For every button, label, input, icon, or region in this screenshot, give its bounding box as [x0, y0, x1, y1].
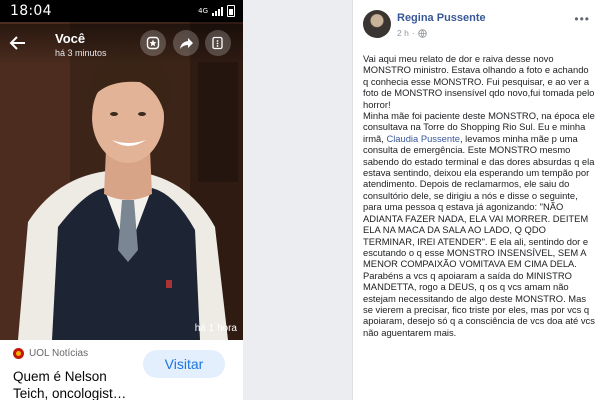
phone-screenshot: 18:04 4G Você há 3 minutos há 1 hora UOL… — [0, 0, 243, 400]
system-icons: 4G — [198, 5, 235, 17]
post-paragraph-2: Minha mãe foi paciente deste MONSTRO, na… — [363, 110, 595, 270]
sticker-icon — [146, 36, 160, 50]
globe-icon — [417, 28, 427, 38]
status-bar: 18:04 4G — [0, 0, 243, 22]
more-options-icon[interactable]: ••• — [574, 12, 590, 26]
mentioned-user-link[interactable]: Claudia Pussente — [386, 133, 460, 144]
back-arrow-icon[interactable] — [9, 34, 27, 52]
post-time[interactable]: 2 h — [397, 28, 409, 38]
battery-icon — [227, 5, 235, 17]
post-meta: 2 h · — [397, 28, 427, 38]
post-paragraph-2-end: , levamos minha mãe p uma consulta de em… — [363, 132, 595, 270]
link-source: UOL Notícias — [13, 348, 88, 359]
post-paragraph-3: Parabéns a vcs q apoiaram a saída do MIN… — [363, 269, 595, 338]
device-options-icon — [212, 36, 223, 50]
signal-icon — [212, 6, 223, 16]
visit-button[interactable]: Visitar — [143, 350, 225, 378]
facebook-post: Regina Pussente 2 h · ••• Vai aqui meu r… — [352, 0, 600, 400]
story-posted-time: há 3 minutos — [55, 48, 107, 58]
post-body: Vai aqui meu relato de dor e raiva desse… — [363, 53, 595, 338]
story-sticker-button[interactable] — [140, 30, 166, 56]
post-paragraph-1: Vai aqui meu relato de dor e raiva desse… — [363, 53, 595, 110]
post-author[interactable]: Regina Pussente — [397, 12, 486, 24]
meta-dot: · — [411, 28, 415, 38]
story-options-button[interactable] — [205, 30, 231, 56]
author-avatar[interactable] — [363, 10, 391, 38]
story-photo — [0, 22, 243, 340]
status-time: 18:04 — [10, 3, 52, 19]
network-label: 4G — [198, 7, 208, 15]
story-header: Você há 3 minutos — [0, 24, 243, 64]
story-share-button[interactable] — [173, 30, 199, 56]
portrait-image — [0, 22, 243, 340]
share-icon — [179, 37, 193, 49]
uol-logo-icon — [13, 348, 24, 359]
link-headline[interactable]: Quem é Nelson Teich, oncologist… — [13, 368, 141, 400]
link-source-label: UOL Notícias — [29, 348, 89, 359]
story-overlay-time: há 1 hora — [194, 323, 237, 334]
link-preview-card[interactable]: UOL Notícias Quem é Nelson Teich, oncolo… — [0, 340, 243, 400]
story-author: Você — [55, 31, 86, 46]
